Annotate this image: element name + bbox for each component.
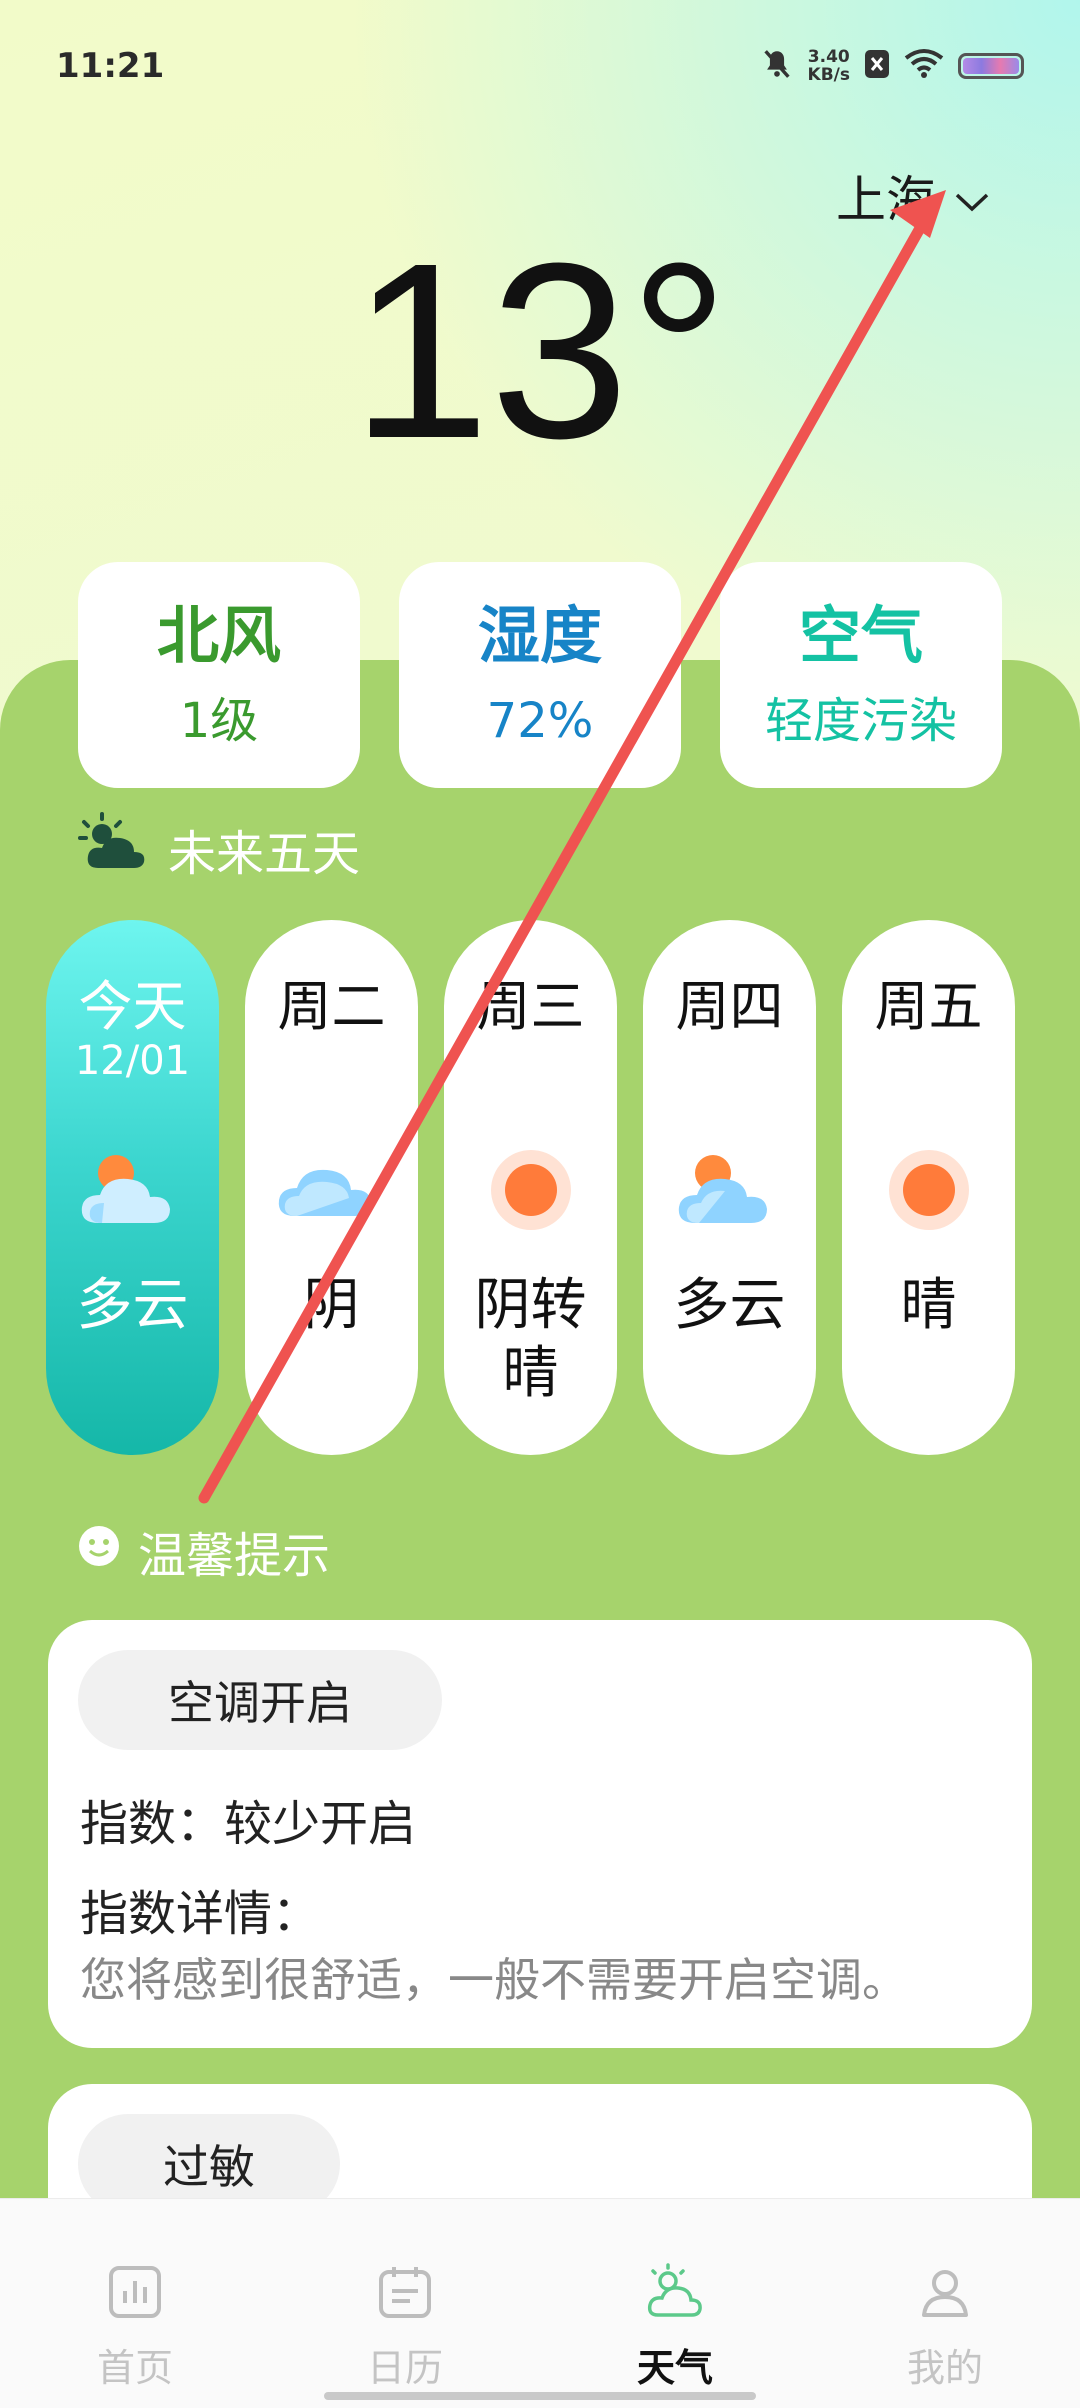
- nav-label: 日历: [366, 2346, 443, 2390]
- metric-title: 空气: [798, 599, 923, 672]
- battery-icon: [958, 53, 1024, 79]
- forecast-day-wednesday[interactable]: 周三 阴转晴: [444, 920, 617, 1455]
- day-condition: 阴转晴: [474, 1273, 587, 1406]
- tips-title: 温馨提示: [138, 1528, 331, 1584]
- sun-cloud-icon: [78, 812, 150, 886]
- tip-index-label: 指数：: [80, 1796, 225, 1852]
- metric-card-humidity: 湿度 72%: [399, 562, 681, 788]
- tip-details-text: 您将感到很舒适，一般不需要开启空调。: [80, 1953, 908, 2007]
- nav-item-weather[interactable]: 天气: [575, 2257, 775, 2392]
- tip-details-label: 指数详情：: [80, 1886, 321, 1942]
- tips-header: 温馨提示: [78, 1516, 330, 1586]
- day-condition: 阴: [303, 1273, 360, 1338]
- metric-value: 1级: [179, 693, 259, 749]
- day-condition: 晴: [900, 1273, 957, 1338]
- sim-x-icon: [864, 49, 890, 83]
- tip-index: 指数：较少开启: [80, 1784, 416, 1854]
- metric-title: 北风: [156, 599, 281, 672]
- metric-card-wind: 北风 1级: [78, 562, 360, 788]
- tip-card-air-conditioner[interactable]: 空调开启 指数：较少开启 指数详情： 您将感到很舒适，一般不需要开启空调。: [48, 1620, 1032, 2048]
- five-day-forecast: 今天 12/01 多云 周二 阴 周三 阴转 晴 周四 多云 周五 晴: [46, 920, 1015, 1455]
- status-bar: 11:21 3.40 KB/s: [56, 36, 1024, 96]
- forecast-day-tuesday[interactable]: 周二 阴: [245, 920, 418, 1455]
- network-speed-value: 3.40: [807, 47, 850, 67]
- nav-item-calendar[interactable]: 日历: [305, 2257, 505, 2392]
- partly-cloudy-icon: [643, 1135, 816, 1245]
- nav-label: 首页: [96, 2346, 173, 2390]
- forecast-day-friday[interactable]: 周五 晴: [842, 920, 1015, 1455]
- weather-screen: 11:21 3.40 KB/s 上海 13° 北风 1级 湿度 72% 空气 轻…: [0, 0, 1080, 2408]
- network-speed-unit: KB/s: [807, 65, 850, 85]
- current-temperature: 13°: [350, 211, 730, 490]
- calendar-icon: [305, 2257, 505, 2327]
- metric-title: 湿度: [477, 599, 602, 672]
- nav-item-home[interactable]: 首页: [35, 2257, 235, 2392]
- wifi-icon: [904, 48, 944, 84]
- nav-label: 天气: [636, 2346, 713, 2390]
- nav-label: 我的: [906, 2346, 983, 2390]
- sun-icon: [842, 1135, 1015, 1245]
- metric-value: 轻度污染: [764, 693, 957, 749]
- city-selector[interactable]: 上海: [836, 160, 990, 232]
- nav-item-profile[interactable]: 我的: [845, 2257, 1045, 2392]
- day-condition: 多云: [76, 1273, 189, 1338]
- status-time: 11:21: [56, 46, 165, 86]
- forecast-title: 未来五天: [168, 826, 361, 882]
- weather-icon: [575, 2257, 775, 2327]
- day-name: 周五: [874, 975, 983, 1038]
- metrics-row: 北风 1级 湿度 72% 空气 轻度污染: [78, 562, 1002, 788]
- day-name: 周四: [675, 975, 784, 1038]
- smile-icon: [78, 1523, 120, 1579]
- battery-fill: [963, 58, 1019, 74]
- forecast-day-today[interactable]: 今天 12/01 多云: [46, 920, 219, 1455]
- bar-chart-icon: [35, 2257, 235, 2327]
- mute-bell-icon: [760, 47, 794, 85]
- network-speed: 3.40 KB/s: [808, 48, 850, 84]
- cloud-icon: [245, 1135, 418, 1245]
- status-icons: 3.40 KB/s: [760, 47, 1024, 85]
- day-name: 今天: [78, 975, 187, 1038]
- city-name: 上海: [836, 171, 936, 229]
- metric-card-air: 空气 轻度污染: [720, 562, 1002, 788]
- day-name: 周二: [277, 975, 386, 1038]
- chevron-down-icon: [954, 167, 990, 225]
- partly-cloudy-icon: [46, 1135, 219, 1245]
- forecast-day-thursday[interactable]: 周四 多云: [643, 920, 816, 1455]
- tip-name-pill: 空调开启: [78, 1650, 442, 1750]
- day-condition: 多云: [673, 1273, 786, 1338]
- tip-index-value: 较少开启: [224, 1796, 417, 1852]
- sun-icon: [444, 1135, 617, 1245]
- day-name: 周三: [476, 975, 585, 1038]
- forecast-header: 未来五天: [78, 812, 360, 886]
- bottom-nav: 首页 日历 天气 我的: [0, 2198, 1080, 2408]
- home-indicator: [324, 2392, 756, 2400]
- day-date: 12/01: [74, 1038, 191, 1084]
- user-icon: [845, 2257, 1045, 2327]
- metric-value: 72%: [486, 693, 594, 749]
